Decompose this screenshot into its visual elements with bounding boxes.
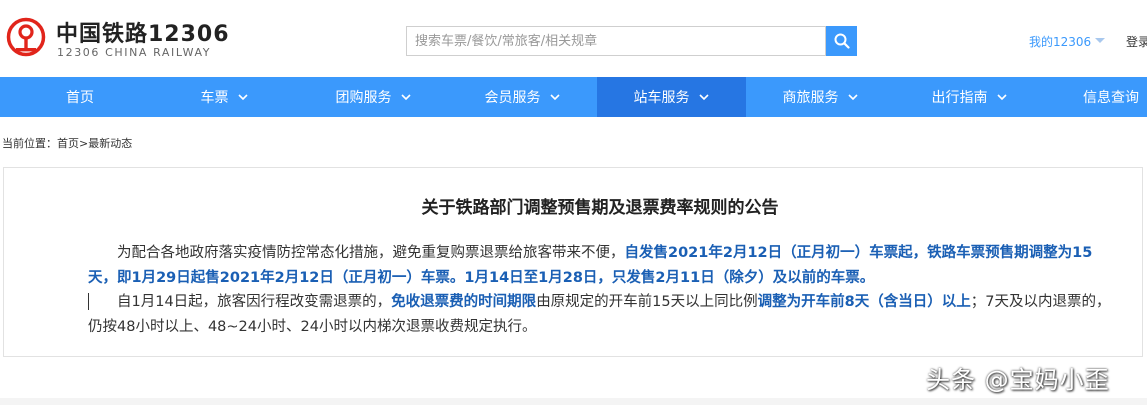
paragraph-text: 自1月14日起，旅客因行程改变需退票的， xyxy=(117,294,392,310)
nav-item-tickets[interactable]: 车票 xyxy=(150,77,299,117)
chevron-down-icon xyxy=(698,94,709,101)
nav-item-label: 信息查询 xyxy=(1083,90,1139,106)
paragraph-text: 由原规定的开车前15天以上同比例 xyxy=(536,294,758,310)
paragraph-emphasis: 免收退票费的时间期限 xyxy=(391,294,537,310)
notice-title: 关于铁路部门调整预售期及退票费率规则的公告 xyxy=(421,198,779,218)
search-box xyxy=(406,26,826,56)
chevron-down-icon xyxy=(549,94,560,101)
nav-item-label: 会员服务 xyxy=(484,90,541,106)
nav-item-station-service[interactable]: 站车服务 xyxy=(597,77,746,117)
logo-subtitle: 12306 CHINA RAILWAY xyxy=(57,46,212,59)
main-nav: 首页 车票 团购服务 会员服务 站车服务 商旅服务 出行指南 信息查询 xyxy=(0,77,1147,117)
breadcrumb-separator: > xyxy=(79,137,89,150)
breadcrumb-home-link[interactable]: 首页 xyxy=(57,137,79,150)
search-button[interactable] xyxy=(826,26,857,56)
nav-item-label: 车票 xyxy=(200,90,229,106)
chevron-down-icon xyxy=(237,94,248,101)
paragraph-emphasis: 调整为开车前8天（含当日）以上 xyxy=(757,294,971,310)
search-input[interactable] xyxy=(415,27,815,55)
my12306-link[interactable]: 我的12306 xyxy=(1029,33,1091,50)
caret-down-icon[interactable] xyxy=(1095,38,1105,43)
nav-item-business-travel[interactable]: 商旅服务 xyxy=(746,77,895,117)
breadcrumb-current[interactable]: 最新动态 xyxy=(88,137,132,150)
watermark-text: 头条 @宝妈小歪 xyxy=(926,366,1110,394)
nav-item-label: 商旅服务 xyxy=(782,90,839,106)
nav-item-travel-guide[interactable]: 出行指南 xyxy=(895,77,1044,117)
nav-item-label: 出行指南 xyxy=(931,90,988,106)
nav-item-label: 站车服务 xyxy=(633,90,690,106)
logo-title[interactable]: 中国铁路12306 xyxy=(56,16,230,48)
nav-item-label: 首页 xyxy=(66,90,94,106)
site-header: 中国铁路12306 12306 CHINA RAILWAY 我的12306 登录 xyxy=(0,0,1147,77)
paragraph-text: 为配合各地政府落实疫情防控常态化措施，避免重复购票退票给旅客带来不便， xyxy=(117,245,625,261)
chevron-down-icon xyxy=(400,94,411,101)
breadcrumb: 当前位置：首页>最新动态 xyxy=(2,135,132,151)
breadcrumb-prefix: 当前位置： xyxy=(2,137,57,150)
notice-paragraph-2: 自1月14日起，旅客因行程改变需退票的，免收退票费的时间期限由原规定的开车前15… xyxy=(88,290,1118,340)
notice-paragraph-1: 为配合各地政府落实疫情防控常态化措施，避免重复购票退票给旅客带来不便，自发售20… xyxy=(88,241,1118,291)
chevron-down-icon xyxy=(847,94,858,101)
nav-item-home[interactable]: 首页 xyxy=(0,77,160,117)
china-railway-logo-icon[interactable] xyxy=(6,17,46,57)
nav-item-member-service[interactable]: 会员服务 xyxy=(448,77,597,117)
footer-strip xyxy=(0,398,1147,405)
login-link[interactable]: 登录 xyxy=(1126,33,1147,50)
nav-item-label: 团购服务 xyxy=(335,90,392,106)
nav-item-group-service[interactable]: 团购服务 xyxy=(299,77,448,117)
nav-item-info-query[interactable]: 信息查询 xyxy=(1044,77,1147,117)
chevron-down-icon xyxy=(996,94,1007,101)
search-icon xyxy=(834,33,850,49)
